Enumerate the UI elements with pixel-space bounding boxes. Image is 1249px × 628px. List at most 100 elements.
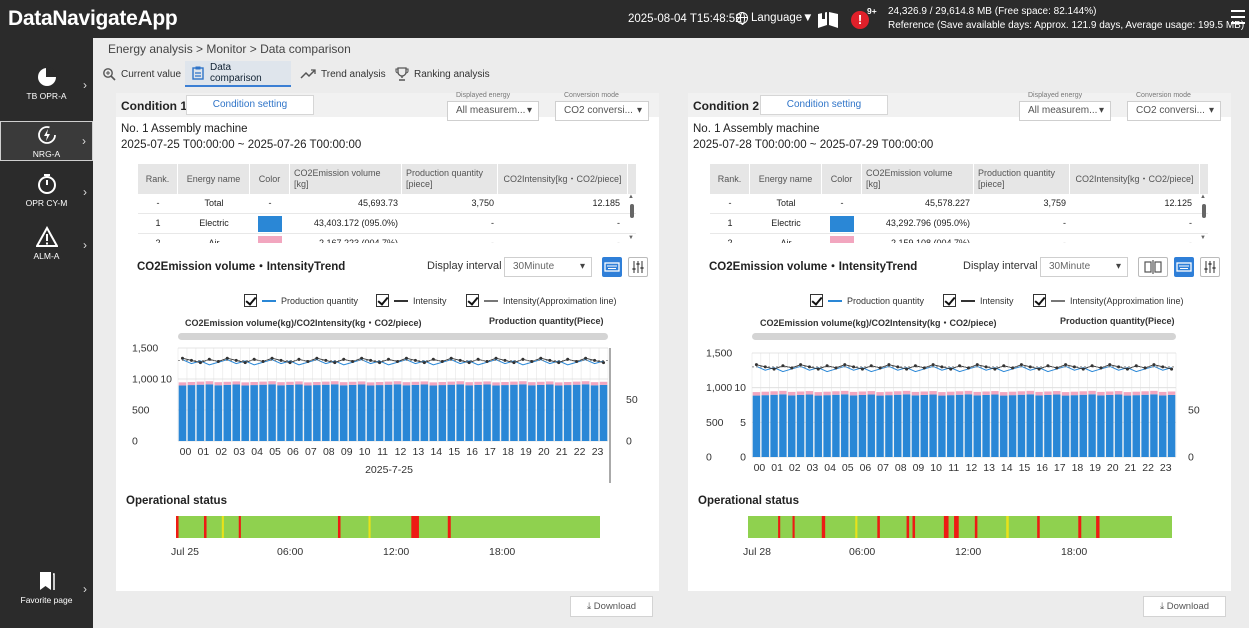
bar-air	[1008, 391, 1017, 396]
legend-checkbox[interactable]	[466, 294, 479, 307]
scroll-up-icon[interactable]: ▲	[1200, 194, 1206, 200]
column-header[interactable]: Color	[250, 164, 290, 194]
column-header[interactable]: Production quantity [piece]	[974, 164, 1070, 194]
chart-view-button[interactable]	[602, 257, 622, 277]
color-cell	[822, 234, 862, 243]
intensity-cell: -	[617, 218, 620, 228]
x-tick-label: 15	[448, 446, 460, 458]
tab-current-value[interactable]: Current value	[96, 61, 187, 87]
sidebar-item-alm-a[interactable]: ALM-A ›	[0, 226, 93, 266]
legend-item[interactable]: Production quantity	[244, 294, 358, 307]
legend-checkbox[interactable]	[1033, 294, 1046, 307]
displayed-energy-select[interactable]: All measurem...	[447, 101, 539, 121]
table-row[interactable]: - Total - 45,578.227 3,759 12.125	[710, 194, 1208, 214]
hamburger-menu-icon[interactable]	[1231, 10, 1247, 26]
display-interval-select[interactable]: 30Minute	[504, 257, 592, 277]
column-header[interactable]: Production quantity [piece]	[402, 164, 498, 194]
scroll-down-icon[interactable]: ▼	[1200, 235, 1206, 241]
sidebar-item-favorite-page[interactable]: Favorite page ›	[0, 570, 93, 610]
condition-setting-button[interactable]: Condition setting	[760, 95, 888, 115]
legend-checkbox[interactable]	[376, 294, 389, 307]
intensity-point	[458, 358, 462, 362]
legend-item[interactable]: Intensity	[376, 294, 447, 307]
bar-air	[223, 381, 232, 385]
intensity-point	[395, 360, 399, 363]
chart-view-button[interactable]	[1174, 257, 1194, 277]
conversion-mode-select[interactable]: CO2 conversi...	[1127, 101, 1221, 121]
app-logo[interactable]: DataNavigateApp	[8, 7, 178, 31]
scroll-thumb[interactable]	[1202, 204, 1206, 218]
table-row[interactable]: 2 Air 2,167,223 (004.7%) - -	[138, 234, 636, 243]
bar-air	[1079, 391, 1087, 395]
chart-settings-button[interactable]	[1200, 257, 1220, 277]
table-scrollbar[interactable]: ▲ ▼	[1200, 194, 1208, 243]
intensity-point	[887, 363, 891, 367]
bar-air	[590, 382, 599, 386]
intensity-point	[575, 360, 579, 363]
intensity-point	[754, 363, 758, 367]
legend-item[interactable]: Intensity(Approximation line)	[466, 294, 617, 307]
operational-status-bar[interactable]	[176, 516, 600, 540]
tab-trend-analysis[interactable]: Trend analysis	[294, 61, 392, 87]
column-header[interactable]: CO2Intensity[kg・CO2/piece]	[498, 164, 628, 194]
language-selector[interactable]: Language▼	[736, 12, 814, 25]
intensity-point	[1099, 366, 1103, 370]
co2-volume-cell: 43,403.172 (095.0%)	[313, 218, 398, 228]
scroll-up-icon[interactable]: ▲	[628, 194, 634, 200]
status-stopped-segment	[877, 516, 880, 538]
legend-checkbox[interactable]	[810, 294, 823, 307]
legend-checkbox[interactable]	[943, 294, 956, 307]
column-header[interactable]: Energy name	[750, 164, 822, 194]
column-header[interactable]: CO2Emission volume [kg]	[290, 164, 402, 194]
bar-electric	[178, 385, 187, 441]
download-button[interactable]: ⤓ Download	[570, 596, 653, 617]
bar-air	[572, 381, 581, 385]
sidebar-item-tb-opr-a[interactable]: TB OPR-A ›	[0, 66, 93, 106]
tab-data-comparison[interactable]: Data comparison	[185, 61, 291, 87]
condition-setting-button[interactable]: Condition setting	[186, 95, 314, 115]
displayed-energy-select[interactable]: All measurem...	[1019, 101, 1111, 121]
table-row[interactable]: 1 Electric 43,292.796 (095.0%) - -	[710, 214, 1208, 234]
legend-item[interactable]: Intensity(Approximation line)	[1033, 294, 1184, 307]
operational-status-bar[interactable]	[748, 516, 1172, 540]
download-label: Download	[1166, 601, 1210, 612]
bar-air	[563, 381, 572, 386]
scroll-down-icon[interactable]: ▼	[628, 235, 634, 241]
legend-marker-icon	[961, 299, 975, 302]
bar-air	[752, 392, 761, 396]
table-scrollbar[interactable]: ▲ ▼	[628, 194, 636, 243]
column-header[interactable]: Rank.	[710, 164, 750, 194]
display-interval-select[interactable]: 30Minute	[1040, 257, 1128, 277]
bar-air	[1097, 391, 1105, 396]
compare-toggle-button[interactable]	[1138, 257, 1168, 277]
scroll-thumb[interactable]	[630, 204, 634, 218]
column-header[interactable]: CO2Intensity[kg・CO2/piece]	[1070, 164, 1200, 194]
legend-item[interactable]: Production quantity	[810, 294, 924, 307]
table-header: Rank. Energy name Color CO2Emission volume …	[710, 164, 1208, 194]
chart-settings-button[interactable]	[628, 257, 648, 277]
tab-ranking-analysis[interactable]: Ranking analysis	[389, 61, 496, 87]
manual-book-icon[interactable]	[816, 10, 840, 30]
download-button[interactable]: ⤓ Download	[1143, 596, 1226, 617]
table-row[interactable]: 1 Electric 43,403.172 (095.0%) - -	[138, 214, 636, 234]
chart-range-scrollbar[interactable]	[752, 333, 1176, 340]
legend-label: Production quantity	[281, 295, 359, 306]
table-row[interactable]: - Total - 45,693.73 3,750 12.185	[138, 194, 636, 214]
co2-trend-chart[interactable]: 05001,0001,5001005000 01 02 03 04 05 06 07 08 09 1…	[116, 333, 646, 489]
table-row[interactable]: 2 Air 2,159,108 (004.7%) - -	[710, 234, 1208, 243]
chart-range-scrollbar[interactable]	[178, 333, 608, 340]
column-header[interactable]: Rank.	[138, 164, 178, 194]
column-header[interactable]: CO2Emission volume [kg]	[862, 164, 974, 194]
co2-trend-chart[interactable]: 05001,0001,500051005000 01 02 03 04 05 06 07 08 0…	[688, 333, 1218, 489]
legend-checkbox[interactable]	[244, 294, 257, 307]
conversion-mode-select[interactable]: CO2 conversi...	[555, 101, 649, 121]
legend-item[interactable]: Intensity	[943, 294, 1014, 307]
bar-air	[501, 381, 509, 386]
intensity-point	[860, 367, 864, 371]
column-header[interactable]: Energy name	[178, 164, 250, 194]
intensity-point	[1152, 363, 1156, 367]
column-header[interactable]: Color	[822, 164, 862, 194]
bar-electric	[384, 384, 393, 441]
sidebar-item-nrg-a[interactable]: NRG-A ›	[0, 121, 93, 161]
sidebar-item-opr-cy-m[interactable]: OPR CY-M ›	[0, 173, 93, 213]
